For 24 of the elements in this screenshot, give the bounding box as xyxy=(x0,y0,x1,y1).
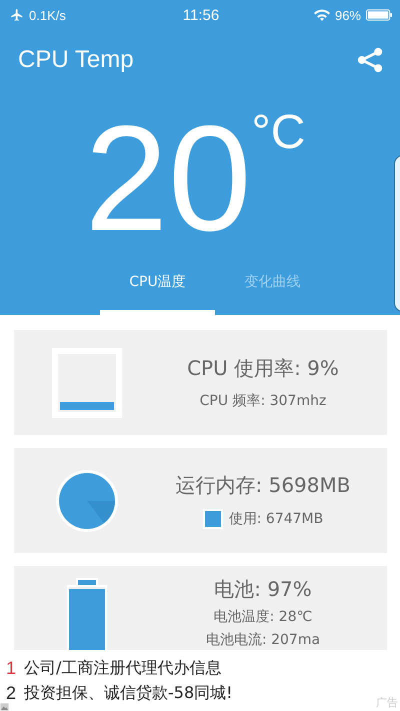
ad-link[interactable]: 公司/工商注册代理代办信息 xyxy=(24,658,222,678)
card-detail: 电池电流: 207ma xyxy=(206,631,320,649)
ad-number: 2 xyxy=(6,682,16,704)
card-title: 运行内存: 5698MB xyxy=(176,472,350,499)
battery-icon xyxy=(366,9,392,21)
clock: 11:56 xyxy=(182,6,220,24)
legend-swatch xyxy=(202,509,223,529)
wifi-icon xyxy=(314,9,330,21)
share-icon[interactable] xyxy=(356,46,384,74)
card-title: CPU 使用率: 9% xyxy=(187,355,339,382)
memory-pie-drawing xyxy=(54,468,118,532)
airplane-icon xyxy=(10,8,24,22)
network-speed: 0.1K/s xyxy=(29,8,66,22)
app-title: CPU Temp xyxy=(18,46,134,74)
card-detail: CPU 频率: 307mhz xyxy=(200,392,326,410)
cpu-usage-meter xyxy=(52,348,122,418)
card-title: 电池: 97% xyxy=(214,576,312,603)
ad-link[interactable]: 投资担保、诚信贷款-58同城! xyxy=(24,682,233,704)
temperature-unit: °C xyxy=(252,108,306,158)
ad-number: 1 xyxy=(6,658,16,678)
image-icon xyxy=(0,702,9,711)
card-detail: 使用: 6747MB xyxy=(228,510,324,528)
card-detail: 电池温度: 28℃ xyxy=(214,608,312,626)
battery-percent: 96% xyxy=(334,8,361,22)
